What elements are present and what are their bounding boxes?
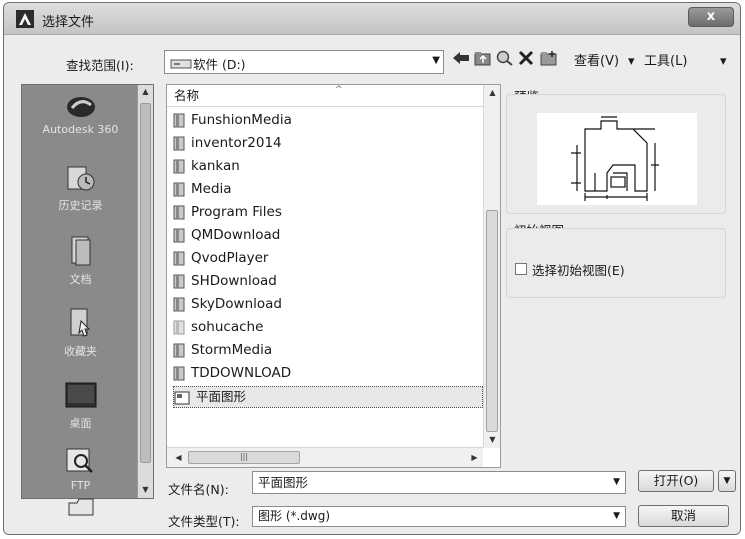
delete-icon[interactable] [518,50,534,74]
lookin-dropdown[interactable]: 软件 (D:) ▼ [164,50,444,74]
file-list-vertical-scrollbar[interactable]: ▲ ▼ [483,85,500,448]
list-item[interactable]: kankan [173,155,240,177]
column-header-name[interactable]: 名称 ^ [167,85,483,107]
favorites-icon [70,308,90,337]
scroll-up-icon[interactable]: ▲ [485,88,500,97]
list-item[interactable]: Media [173,178,232,200]
scroll-thumb[interactable]: ||| [188,451,300,464]
desktop-icon [65,382,96,408]
chevron-down-icon[interactable]: ▼ [613,472,620,493]
folder-icon [173,343,185,357]
list-item[interactable]: sohucache [173,316,263,338]
sort-ascending-icon: ^ [335,85,343,95]
file-list[interactable]: 名称 ^ FunshionMedia inventor2014 kankan M… [166,84,501,468]
place-label: FTP [70,479,91,492]
folder-icon [173,182,185,196]
filetype-label: 文件类型(T): [168,514,240,529]
folder-icon [173,251,185,265]
place-history[interactable]: 历史记录 [22,163,139,213]
ftp-icon [66,448,93,473]
file-list-horizontal-scrollbar[interactable]: ◀ ||| ▶ [167,447,483,467]
cancel-button[interactable]: 取消 [638,505,729,527]
title-bar: 选择文件 x [4,3,740,35]
scroll-down-icon[interactable]: ▼ [138,485,153,494]
list-item[interactable]: inventor2014 [173,132,282,154]
list-item[interactable]: QvodPlayer [173,247,268,269]
open-options-button[interactable]: ▼ [718,470,736,492]
filename-input[interactable]: 平面图形 ▼ [252,471,626,494]
dwg-file-icon [174,391,190,404]
list-item-selected[interactable]: 平面图形 [173,386,483,408]
scroll-up-icon[interactable]: ▲ [138,87,153,96]
chevron-down-icon: ▼ [613,511,620,521]
filename-label: 文件名(N): [168,482,229,497]
folder-icon [173,159,185,173]
place-label: 文档 [69,273,92,286]
place-label: 桌面 [69,417,92,430]
scroll-left-icon[interactable]: ◀ [171,453,186,462]
scroll-right-icon[interactable]: ▶ [467,453,482,462]
list-item[interactable]: QMDownload [173,224,280,246]
folder-icon [173,113,185,127]
cloud-icon [66,97,95,117]
place-label: Autodesk 360 [42,123,119,136]
drive-icon [170,59,192,69]
list-item[interactable]: StormMedia [173,339,272,361]
place-favorites[interactable]: 收藏夹 [22,307,139,359]
place-documents[interactable]: 文档 [22,235,139,287]
scroll-down-icon[interactable]: ▼ [485,435,500,444]
folder-icon [173,136,185,150]
tools-dropdown-arrow-icon[interactable]: ▾ [720,50,727,74]
places-bar: Autodesk 360 历史记录 文档 收藏夹 桌面 FTP ▲ ▼ [21,84,154,516]
autocad-app-icon [16,10,34,28]
drawing-preview-image [537,113,697,205]
new-folder-icon[interactable] [540,50,558,74]
folder-icon [173,297,185,311]
folder-icon [173,320,185,334]
place-desktop[interactable]: 桌面 [22,381,139,431]
select-initial-view-label[interactable]: 选择初始视图(E) [532,260,625,279]
folder-icon [173,205,185,219]
folder-icon [173,274,185,288]
place-label: 历史记录 [58,199,103,212]
list-item[interactable]: SkyDownload [173,293,282,315]
view-menu[interactable]: 查看(V) [574,50,619,74]
place-label: 收藏夹 [64,345,97,358]
chevron-down-icon: ▼ [432,55,440,66]
list-item[interactable]: SHDownload [173,270,277,292]
folder-icon [173,366,185,380]
open-button[interactable]: 打开(O) [638,470,714,492]
history-icon [67,166,94,191]
drawing-thumbnail [571,116,659,201]
folder-icon [173,228,185,242]
up-folder-icon[interactable] [474,50,492,74]
lookin-label: 查找范围(I): [66,58,134,73]
select-file-dialog: 选择文件 x 查找范围(I): 软件 (D:) ▼ 查看(V) ▾ 工具(L) … [3,2,741,535]
list-item[interactable]: TDDOWNLOAD [173,362,291,384]
places-scrollbar[interactable]: ▲ ▼ [137,85,153,498]
list-item[interactable]: Program Files [173,201,282,223]
view-dropdown-arrow-icon[interactable]: ▾ [628,50,635,74]
preview-panel [506,94,726,214]
tools-menu[interactable]: 工具(L) [644,50,687,74]
scroll-thumb[interactable] [140,103,151,463]
back-icon[interactable] [452,50,470,74]
documents-icon [71,236,90,266]
lookin-value: 软件 (D:) [193,57,246,72]
select-initial-view-checkbox[interactable] [515,263,527,275]
place-more[interactable] [22,497,139,521]
place-ftp[interactable]: FTP [22,447,139,492]
dialog-body: 查找范围(I): 软件 (D:) ▼ 查看(V) ▾ 工具(L) ▾ Autod… [4,36,740,534]
window-title: 选择文件 [42,15,95,30]
search-web-icon[interactable] [496,50,514,74]
place-autodesk-360[interactable]: Autodesk 360 [22,93,139,136]
filetype-dropdown[interactable]: 图形 (*.dwg) ▼ [252,506,626,527]
scroll-thumb[interactable] [486,210,498,432]
list-item[interactable]: FunshionMedia [173,109,292,131]
folder-icon [68,498,93,516]
close-button[interactable]: x [688,7,734,27]
